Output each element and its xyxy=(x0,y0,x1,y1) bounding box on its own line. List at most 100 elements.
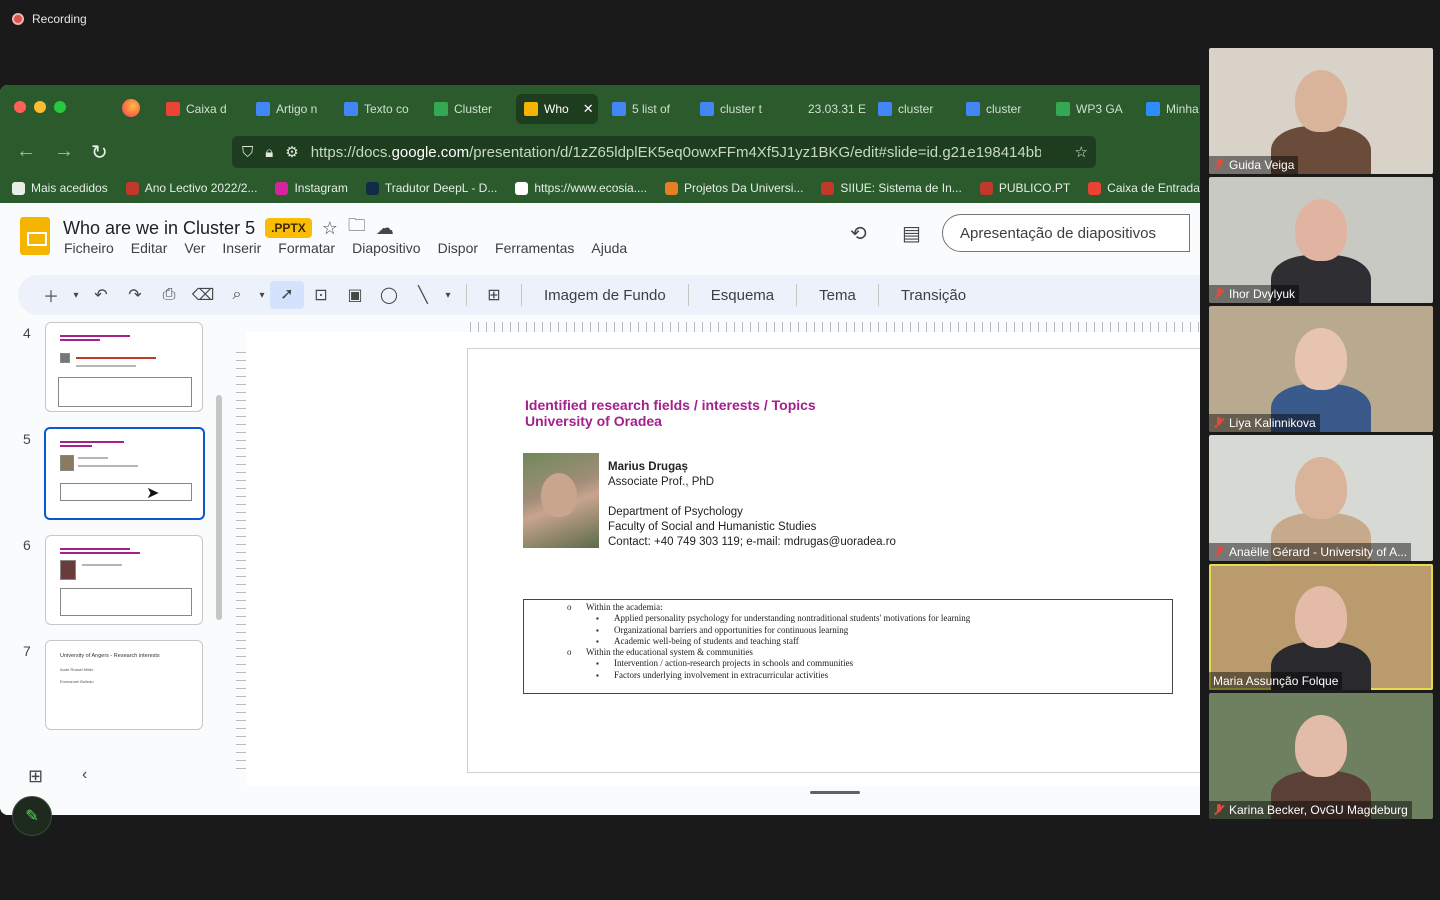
version-history-icon[interactable]: ⟲ xyxy=(850,221,867,246)
participant-tile[interactable]: Liya Kalinnikova xyxy=(1209,306,1433,432)
browser-tab[interactable]: 23.03.31 EU xyxy=(780,94,866,124)
current-slide[interactable]: Identified research fields / interests /… xyxy=(467,348,1200,773)
menu-item[interactable]: Ajuda xyxy=(591,240,627,256)
slide-title[interactable]: Identified research fields / interests /… xyxy=(525,397,816,429)
browser-tab[interactable]: Cluster xyxy=(426,94,512,124)
undo-icon[interactable]: ↶ xyxy=(84,285,118,305)
bookmark-item[interactable]: Mais acedidos xyxy=(12,181,108,195)
background-button[interactable]: Imagem de Fundo xyxy=(532,287,678,304)
transition-button[interactable]: Transição xyxy=(889,287,978,304)
grid-view-icon[interactable]: ⊞ xyxy=(28,766,43,787)
bookmark-item[interactable]: Ano Lectivo 2022/2... xyxy=(125,181,257,195)
tab-label: Caixa d xyxy=(186,102,227,116)
new-slide-dropdown-icon[interactable]: ▾ xyxy=(68,290,84,301)
browser-tab[interactable]: cluster t xyxy=(692,94,776,124)
bookmark-item[interactable]: https://www.ecosia.... xyxy=(515,181,647,195)
recording-label: Recording xyxy=(32,12,87,26)
canvas-scrollbar[interactable] xyxy=(810,791,860,794)
participant-tile[interactable]: Guida Veiga xyxy=(1209,48,1433,174)
menu-item[interactable]: Formatar xyxy=(278,240,335,256)
record-icon xyxy=(12,13,24,25)
close-tab-icon[interactable]: ✕ xyxy=(583,101,594,117)
bookmark-star-icon[interactable]: ☆ xyxy=(1075,143,1088,161)
slide-thumbnail-4[interactable] xyxy=(45,322,203,412)
menu-item[interactable]: Editar xyxy=(131,240,168,256)
menu-item[interactable]: Ver xyxy=(184,240,205,256)
star-icon[interactable]: ☆ xyxy=(322,218,338,239)
person-details[interactable]: Marius Drugaș Associate Prof., PhD Depar… xyxy=(608,460,896,550)
move-folder-icon[interactable]: 🗀︎ xyxy=(348,213,366,243)
zoom-icon[interactable]: ⌕ xyxy=(220,286,254,304)
browser-tab[interactable]: cluster xyxy=(870,94,954,124)
new-slide-icon[interactable]: ＋ xyxy=(34,283,68,307)
menu-item[interactable]: Inserir xyxy=(222,240,261,256)
line-icon[interactable]: ╲ xyxy=(406,285,440,305)
zoom-dropdown-icon[interactable]: ▾ xyxy=(254,290,270,301)
collapse-panel-icon[interactable]: ‹ xyxy=(82,766,87,784)
redo-icon[interactable]: ↷ xyxy=(118,285,152,305)
slide-number: 7 xyxy=(23,643,31,659)
slide-thumbnail-6[interactable] xyxy=(45,535,203,625)
lock-icon[interactable]: 🔒︎ xyxy=(265,144,273,161)
participant-tile[interactable]: Karina Becker, OvGU Magdeburg xyxy=(1209,693,1433,819)
shape-icon[interactable]: ◯ xyxy=(372,285,406,305)
filmstrip-scrollbar[interactable] xyxy=(216,395,222,620)
browser-tab[interactable]: Artigo n xyxy=(248,94,332,124)
menu-item[interactable]: Ficheiro xyxy=(64,240,114,256)
back-icon[interactable]: ← xyxy=(16,140,36,163)
tab-label: Who xyxy=(544,102,569,116)
bookmark-item[interactable]: Instagram xyxy=(275,181,348,195)
browser-tab[interactable]: Texto co xyxy=(336,94,422,124)
reload-icon[interactable]: ↻ xyxy=(91,140,108,165)
bookmark-item[interactable]: SIIUE: Sistema de In... xyxy=(821,181,962,195)
bullet-item: Academic well-being of students and teac… xyxy=(524,636,1172,648)
participant-tile[interactable]: Maria Assunção Folque xyxy=(1209,564,1433,690)
slideshow-button[interactable]: Apresentação de diapositivos xyxy=(942,214,1190,252)
menu-item[interactable]: Diapositivo xyxy=(352,240,420,256)
participant-tile[interactable]: Ihor Dvylyuk xyxy=(1209,177,1433,303)
person-photo[interactable] xyxy=(523,453,599,548)
bookmarks-bar: Mais acedidos Ano Lectivo 2022/2... Instag… xyxy=(0,173,1200,203)
cloud-status-icon[interactable]: ☁︎ xyxy=(376,218,394,239)
minimize-window-button[interactable] xyxy=(34,101,46,113)
browser-tab[interactable]: cluster xyxy=(958,94,1044,124)
firefox-icon[interactable] xyxy=(122,99,140,117)
add-comment-icon[interactable]: ⊞ xyxy=(477,285,511,305)
annotate-pen-icon[interactable]: ✎ xyxy=(12,796,52,836)
print-icon[interactable]: ⎙ xyxy=(152,286,186,304)
select-cursor-icon[interactable]: ➚ xyxy=(270,281,304,309)
url-bar[interactable]: ⛉ 🔒︎ ⚙ https://docs.google.com/presentat… xyxy=(232,136,1096,168)
forward-icon[interactable]: → xyxy=(54,140,74,163)
shield-icon[interactable]: ⛉ xyxy=(242,144,253,161)
comments-icon[interactable]: ▤ xyxy=(902,221,921,246)
permissions-icon[interactable]: ⚙ xyxy=(285,143,298,161)
slide-thumbnail-7[interactable]: University of Angers - Research interest… xyxy=(45,640,203,730)
insert-image-icon[interactable]: ▣ xyxy=(338,285,372,305)
browser-tab[interactable]: Caixa d xyxy=(158,94,242,124)
research-topics-box[interactable]: Within the academia:Applied personality … xyxy=(523,599,1173,694)
bookmark-item[interactable]: PUBLICO.PT xyxy=(979,181,1070,195)
menu-item[interactable]: Ferramentas xyxy=(495,240,574,256)
url-text[interactable]: https://docs.google.com/presentation/d/1… xyxy=(311,144,1041,161)
browser-tab[interactable]: Minha xyxy=(1138,94,1200,124)
participant-tile[interactable]: Anaëlle Gérard - University of A... xyxy=(1209,435,1433,561)
paint-format-icon[interactable]: ⌫ xyxy=(186,285,220,305)
bookmark-item[interactable]: Caixa de Entrada xyxy=(1088,181,1200,195)
theme-button[interactable]: Tema xyxy=(807,287,868,304)
browser-tab[interactable]: 5 list of xyxy=(604,94,688,124)
bookmark-item[interactable]: Tradutor DeepL - D... xyxy=(365,181,497,195)
menu-item[interactable]: Dispor xyxy=(438,240,478,256)
document-title[interactable]: Who are we in Cluster 5 xyxy=(63,218,255,239)
bookmark-item[interactable]: Projetos Da Universi... xyxy=(665,181,803,195)
line-dropdown-icon[interactable]: ▾ xyxy=(440,290,456,301)
slide-thumbnail-5[interactable]: ➤ xyxy=(44,427,205,520)
slides-logo-icon[interactable] xyxy=(20,217,50,255)
close-window-button[interactable] xyxy=(14,101,26,113)
maximize-window-button[interactable] xyxy=(54,101,66,113)
text-box-icon[interactable]: ⊡ xyxy=(304,285,338,305)
browser-tab[interactable]: WP3 GA xyxy=(1048,94,1134,124)
tab-label: Artigo n xyxy=(276,102,318,116)
recording-indicator: Recording xyxy=(12,12,87,26)
layout-button[interactable]: Esquema xyxy=(699,287,786,304)
browser-tab[interactable]: Who ✕ xyxy=(516,94,598,124)
